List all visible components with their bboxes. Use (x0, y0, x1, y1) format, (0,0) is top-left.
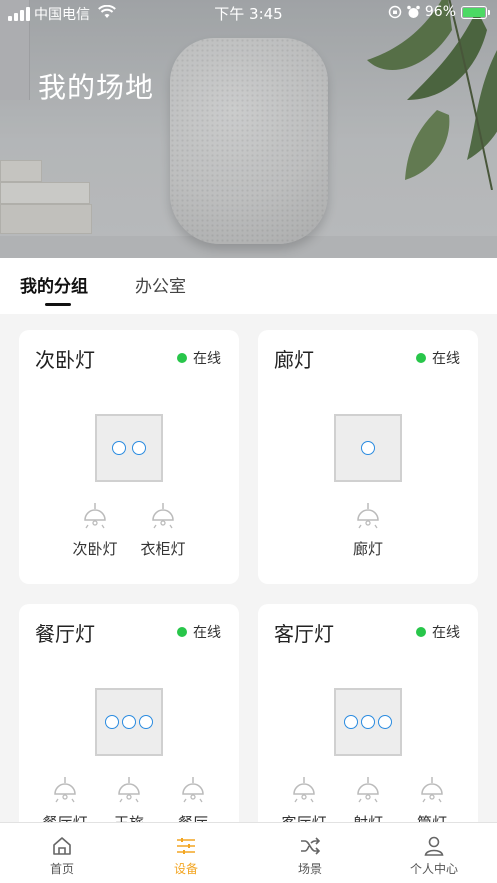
active-tab-indicator (45, 303, 71, 306)
light-label: 廊灯 (352, 540, 383, 558)
group-tabs: 我的分组 办公室 (0, 258, 497, 314)
online-dot-icon (177, 627, 187, 637)
ceiling-lamp-icon (118, 777, 140, 803)
switch-button-icon[interactable] (122, 715, 136, 729)
switch-panel[interactable] (95, 414, 163, 482)
online-status: 在线 (177, 348, 221, 368)
status-label: 在线 (193, 625, 221, 641)
nav-scenes[interactable]: 场景 (248, 823, 372, 883)
device-card[interactable]: 廊灯 在线 廊灯 (258, 330, 478, 584)
switch-panel[interactable] (334, 414, 402, 482)
device-name: 廊灯 (274, 348, 314, 372)
light-label: 次卧灯 (72, 540, 118, 558)
ceiling-lamp-icon (357, 777, 379, 803)
switch-panel[interactable] (95, 688, 163, 756)
switch-button-icon[interactable] (105, 715, 119, 729)
device-card[interactable]: 客厅灯 在线 客厅灯 射灯 筒灯 (258, 604, 478, 858)
nav-devices-label: 设备 (173, 862, 198, 876)
sliders-icon (177, 838, 195, 854)
nav-profile-label: 个人中心 (409, 862, 458, 876)
ceiling-lamp-icon (182, 777, 204, 803)
online-status: 在线 (416, 622, 460, 642)
status-label: 在线 (193, 351, 221, 367)
online-dot-icon (177, 353, 187, 363)
nav-home-label: 首页 (49, 862, 74, 876)
nav-devices[interactable]: 设备 (124, 823, 248, 883)
switch-button-icon[interactable] (361, 715, 375, 729)
switch-panel[interactable] (334, 688, 402, 756)
home-icon (53, 837, 71, 855)
light-item[interactable]: 廊灯 (342, 502, 394, 559)
ceiling-lamp-icon (54, 777, 76, 803)
header-banner (0, 0, 497, 258)
device-name: 次卧灯 (35, 348, 95, 372)
orientation-lock-icon (388, 5, 402, 19)
shuffle-icon (301, 837, 321, 855)
tab-my-groups[interactable]: 我的分组 (20, 272, 88, 297)
ceiling-lamp-icon (84, 503, 106, 529)
online-status: 在线 (416, 348, 460, 368)
page-title: 我的场地 (38, 71, 155, 104)
ceiling-lamp-icon (357, 503, 379, 529)
person-icon (424, 836, 444, 856)
device-name: 餐厅灯 (35, 622, 95, 646)
tab-office[interactable]: 办公室 (135, 272, 186, 297)
status-label: 在线 (432, 351, 460, 367)
switch-button-icon[interactable] (132, 441, 146, 455)
light-item[interactable]: 衣柜灯 (137, 502, 189, 559)
ceiling-lamp-icon (421, 777, 443, 803)
switch-button-icon[interactable] (112, 441, 126, 455)
switch-button-icon[interactable] (378, 715, 392, 729)
status-label: 在线 (432, 625, 460, 641)
nav-profile[interactable]: 个人中心 (372, 823, 496, 883)
battery-percent: 96% (424, 4, 456, 20)
ceiling-lamp-icon (293, 777, 315, 803)
ceiling-lamp-icon (152, 503, 174, 529)
device-card[interactable]: 次卧灯 在线 次卧灯 衣柜灯 (19, 330, 239, 584)
light-label: 衣柜灯 (140, 540, 186, 558)
status-bar: 中国电信 下午 3:45 96% (0, 0, 497, 26)
online-status: 在线 (177, 622, 221, 642)
switch-button-icon[interactable] (344, 715, 358, 729)
light-item[interactable]: 次卧灯 (69, 502, 121, 559)
alarm-icon (407, 5, 420, 18)
nav-home[interactable]: 首页 (0, 823, 124, 883)
device-name: 客厅灯 (274, 622, 334, 646)
battery-icon (461, 5, 490, 19)
nav-scenes-label: 场景 (297, 862, 322, 876)
switch-button-icon[interactable] (361, 441, 375, 455)
online-dot-icon (416, 353, 426, 363)
online-dot-icon (416, 627, 426, 637)
bottom-tab-bar: 首页 设备 场景 个人中心 (0, 822, 497, 883)
device-card[interactable]: 餐厅灯 在线 餐厅灯 玉旅 餐厅 (19, 604, 239, 858)
switch-button-icon[interactable] (139, 715, 153, 729)
